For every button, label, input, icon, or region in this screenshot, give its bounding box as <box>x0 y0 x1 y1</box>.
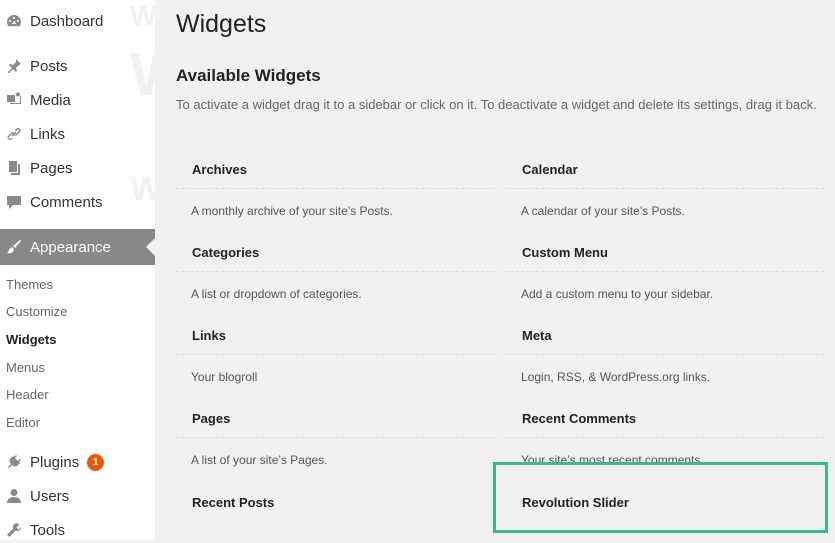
widget-divider <box>176 188 494 189</box>
widgets-instructions: To activate a widget drag it to a sideba… <box>176 97 817 112</box>
widget-divider <box>176 271 494 272</box>
submenu-header[interactable]: Header <box>6 387 49 402</box>
active-menu-arrow <box>146 237 156 257</box>
submenu-themes[interactable]: Themes <box>6 277 53 292</box>
menu-tools[interactable]: Tools <box>0 517 155 543</box>
wrench-icon <box>4 520 24 540</box>
comment-icon <box>4 192 24 212</box>
widget-divider <box>506 188 824 189</box>
revolution-slider-highlight <box>493 462 828 533</box>
widget-divider <box>176 437 494 438</box>
user-icon <box>4 486 24 506</box>
widget-custom-menu[interactable]: Custom Menu Add a custom menu to your si… <box>506 245 826 315</box>
widget-description: A monthly archive of your site’s Posts. <box>191 204 393 218</box>
widget-description: A list or dropdown of categories. <box>191 287 362 301</box>
widget-description: A list of your site’s Pages. <box>191 453 328 467</box>
widget-divider <box>506 437 824 438</box>
paintbrush-icon <box>4 237 24 257</box>
media-icon <box>4 90 24 110</box>
menu-plugins[interactable]: Plugins 1 <box>0 449 155 475</box>
widget-title: Pages <box>192 411 231 426</box>
widget-title: Recent Posts <box>192 495 275 510</box>
plug-icon <box>4 452 24 472</box>
widget-calendar[interactable]: Calendar A calendar of your site’s Posts… <box>506 162 826 232</box>
pushpin-icon <box>4 56 24 76</box>
submenu-customize[interactable]: Customize <box>6 304 67 319</box>
menu-appearance[interactable]: Appearance <box>0 229 156 265</box>
widget-categories[interactable]: Categories A list or dropdown of categor… <box>176 245 496 315</box>
widget-description: A calendar of your site’s Posts. <box>521 204 685 218</box>
widget-description: Login, RSS, & WordPress.org links. <box>521 370 711 384</box>
link-icon <box>4 124 24 144</box>
menu-media[interactable]: Media <box>0 87 155 113</box>
widget-title: Meta <box>522 328 552 343</box>
submenu-widgets[interactable]: Widgets <box>6 332 56 347</box>
submenu-editor[interactable]: Editor <box>6 415 40 430</box>
widget-meta[interactable]: Meta Login, RSS, & WordPress.org links. <box>506 328 826 398</box>
menu-comments[interactable]: Comments <box>0 189 155 215</box>
menu-users[interactable]: Users <box>0 483 155 509</box>
page-title: Widgets <box>176 10 267 38</box>
widget-title: Links <box>192 328 226 343</box>
menu-posts[interactable]: Posts <box>0 53 155 79</box>
widget-title: Custom Menu <box>522 245 608 260</box>
available-widgets-heading: Available Widgets <box>176 66 321 85</box>
widget-title: Archives <box>192 162 247 177</box>
widget-title: Calendar <box>522 162 578 177</box>
widget-archives[interactable]: Archives A monthly archive of your site’… <box>176 162 496 232</box>
widget-description: Your blogroll <box>191 370 258 384</box>
widget-title: Recent Comments <box>522 411 637 426</box>
widget-divider <box>506 354 824 355</box>
widget-description: Add a custom menu to your sidebar. <box>521 287 714 301</box>
pages-icon <box>4 158 24 178</box>
widget-recent-posts[interactable]: Recent Posts <box>176 495 496 535</box>
submenu-menus[interactable]: Menus <box>6 360 45 375</box>
widget-pages[interactable]: Pages A list of your site’s Pages. <box>176 411 496 481</box>
menu-links[interactable]: Links <box>0 121 155 147</box>
dashboard-icon <box>4 11 24 31</box>
menu-dashboard[interactable]: Dashboard <box>0 8 155 34</box>
widget-title: Categories <box>192 245 260 260</box>
admin-sidebar: W W W Dashboard Posts Media Links Pages <box>0 0 160 543</box>
menu-pages[interactable]: Pages <box>0 155 155 181</box>
widget-divider <box>176 354 494 355</box>
plugins-update-badge: 1 <box>87 453 105 471</box>
widget-divider <box>506 271 824 272</box>
widget-links[interactable]: Links Your blogroll <box>176 328 496 398</box>
